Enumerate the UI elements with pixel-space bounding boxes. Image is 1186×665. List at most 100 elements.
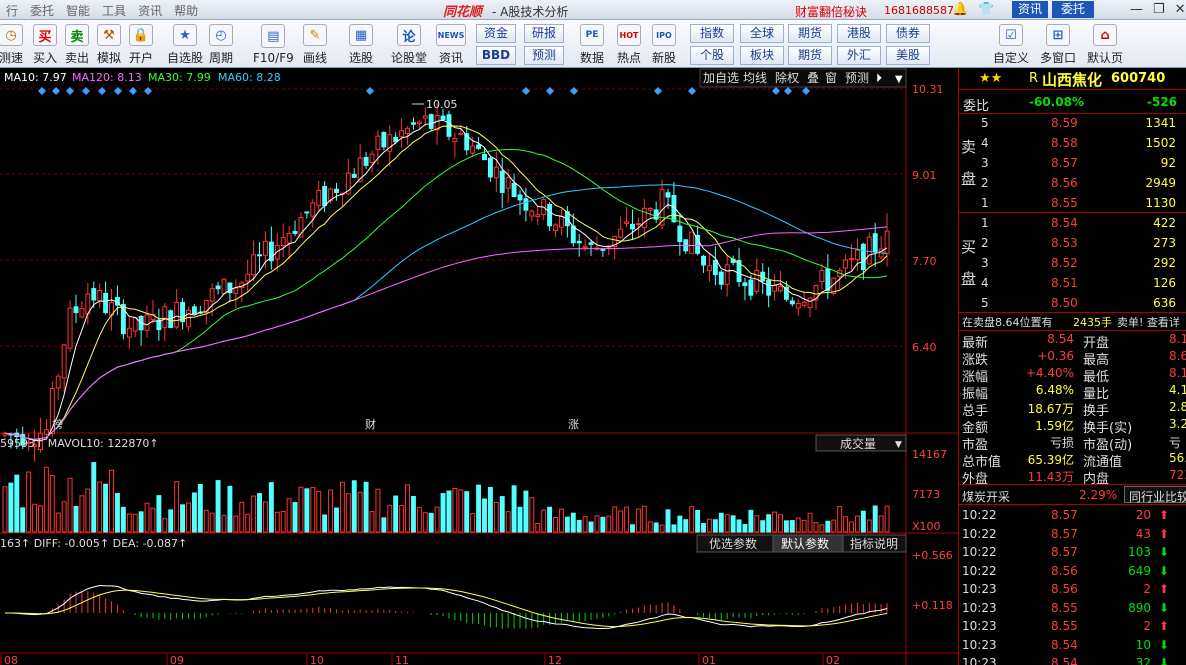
event-diamond[interactable] — [546, 87, 554, 95]
open-account-button[interactable]: 🔒 开户 — [129, 22, 153, 66]
bid-price[interactable]: 8.52 — [1051, 256, 1078, 270]
volume-bar — [286, 498, 292, 533]
event-diamond[interactable] — [98, 87, 106, 95]
menu-item-help[interactable]: 帮助 — [168, 2, 204, 19]
order-notice-link[interactable]: 卖单! 查看详 — [1117, 314, 1180, 330]
menu-item-weituo[interactable]: 委托 — [24, 2, 60, 19]
research-button[interactable]: 研报 — [524, 24, 564, 43]
sell-button[interactable]: 卖卖出 — [65, 22, 89, 66]
multiwindow-button[interactable]: ⊞ 多窗口 — [1040, 22, 1076, 66]
bond-button[interactable]: 债券 — [886, 24, 930, 43]
watchlist-button[interactable]: ★ 自选股 — [167, 22, 203, 66]
futures-button[interactable]: 期货 — [788, 24, 832, 43]
event-diamond[interactable] — [66, 87, 74, 95]
bid-price[interactable]: 8.54 — [1051, 216, 1078, 230]
ma-tool[interactable]: 均线 — [743, 71, 767, 85]
ask-price[interactable]: 8.58 — [1051, 136, 1078, 150]
event-diamond[interactable] — [570, 87, 578, 95]
news-button[interactable]: 资讯 — [1012, 1, 1048, 18]
tick-time: 10:23 — [962, 637, 997, 652]
ask-price[interactable]: 8.57 — [1051, 156, 1078, 170]
hotspot-button[interactable]: HOT 热点 — [617, 22, 641, 66]
event-diamond[interactable] — [52, 87, 60, 95]
stock-screener-button[interactable]: ▦ 选股 — [349, 22, 373, 66]
close-icon[interactable]: ✕ — [1175, 2, 1186, 17]
event-diamond[interactable] — [366, 87, 374, 95]
forum-icon: 论 — [397, 24, 421, 46]
news-tool-button[interactable]: NEWS 资讯 — [436, 22, 466, 66]
volume-bar — [2, 486, 8, 533]
ipo-button[interactable]: IPO 新股 — [652, 22, 676, 66]
window-tool[interactable]: 窗 — [825, 71, 837, 85]
event-diamond[interactable] — [144, 87, 152, 95]
exright-tool[interactable]: 除权 — [775, 70, 799, 85]
global-button[interactable]: 全球 — [740, 24, 784, 43]
data-button[interactable]: PE 数据 — [580, 22, 604, 66]
tick-time: 10:22 — [962, 545, 997, 559]
forex-button[interactable]: 外汇 — [837, 46, 881, 65]
us-stock-button[interactable]: 美股 — [886, 46, 930, 65]
skin-icon[interactable]: 👕 — [978, 2, 994, 17]
f10-button[interactable]: ▤ F10/F9 — [253, 22, 294, 66]
default-page-button[interactable]: ⌂ 默认页 — [1087, 22, 1123, 66]
index-button[interactable]: 指数 — [690, 24, 734, 43]
menu-item-news[interactable]: 资讯 — [132, 2, 168, 19]
event-diamond[interactable] — [38, 87, 46, 95]
bid-price[interactable]: 8.51 — [1051, 276, 1078, 290]
dropdown-icon[interactable]: ▼ — [895, 74, 903, 85]
kline-chart[interactable]: MA10: 7.97 MA120: 8.13 MA30: 7.99 MA60: … — [0, 68, 958, 665]
trade-button[interactable]: 委托 — [1052, 1, 1094, 18]
overlay-tool[interactable]: 叠 — [807, 71, 819, 85]
event-diamond[interactable] — [129, 87, 137, 95]
volume-dropdown-icon[interactable]: ▼ — [895, 440, 902, 450]
event-diamond[interactable] — [654, 87, 662, 95]
expand-icon[interactable]: ⏵ — [876, 71, 882, 85]
tick-price: 8.54 — [1051, 637, 1078, 652]
buy-button[interactable]: 买买入 — [33, 22, 57, 66]
ask-price[interactable]: 8.55 — [1051, 196, 1078, 210]
event-diamond[interactable] — [784, 87, 792, 95]
peer-compare-button[interactable]: 同行业比较 — [1129, 488, 1186, 505]
candle — [819, 269, 825, 282]
bid-price[interactable]: 8.53 — [1051, 236, 1078, 250]
forecast-button[interactable]: 预测 — [524, 46, 564, 65]
promo-link[interactable]: 财富翻倍秘诀 — [795, 3, 867, 20]
ask-price[interactable]: 8.56 — [1051, 176, 1078, 190]
minimize-icon[interactable]: — — [1130, 2, 1143, 17]
stock-button[interactable]: 个股 — [690, 46, 734, 65]
volume-bar — [162, 518, 168, 533]
volume-bar — [499, 496, 505, 533]
event-diamond[interactable] — [772, 87, 780, 95]
event-zhang[interactable]: 涨 — [568, 418, 579, 431]
sector-name[interactable]: 煤炭开采 — [962, 488, 1010, 505]
bbd-button[interactable]: BBD — [476, 46, 516, 65]
bid-price[interactable]: 8.50 — [1051, 296, 1078, 310]
event-diamond[interactable] — [522, 87, 530, 95]
speedtest-button[interactable]: ◷ 测速 — [0, 22, 23, 66]
forecast-tool[interactable]: 预测 — [845, 71, 869, 85]
restore-icon[interactable]: ❐ — [1153, 2, 1165, 17]
add-watch-tool[interactable]: 加自选 — [703, 71, 739, 85]
pe-icon: PE — [580, 24, 604, 46]
event-cai[interactable]: 财 — [365, 417, 376, 431]
event-diamond[interactable] — [82, 87, 90, 95]
hk-button[interactable]: 港股 — [837, 24, 881, 43]
bell-icon[interactable]: 🔔 — [952, 2, 968, 17]
event-diamond[interactable] — [114, 87, 122, 95]
menu-item-zhineng[interactable]: 智能 — [60, 2, 96, 19]
event-diamond[interactable] — [802, 87, 810, 95]
period-button[interactable]: ◴ 周期 — [209, 22, 233, 66]
customize-button[interactable]: ☑ 自定义 — [993, 22, 1029, 66]
futures2-button[interactable]: 期货 — [788, 46, 832, 65]
event-bang[interactable]: 榜 — [52, 417, 63, 431]
fund-button[interactable]: 资金 — [476, 24, 516, 43]
forum-button[interactable]: 论论股堂 — [391, 22, 427, 66]
event-diamond[interactable] — [688, 87, 696, 95]
menu-item-tools[interactable]: 工具 — [96, 2, 132, 19]
ask-price[interactable]: 8.59 — [1051, 116, 1078, 130]
draw-line-button[interactable]: ✎ 画线 — [303, 22, 327, 66]
sector-button[interactable]: 板块 — [740, 46, 784, 65]
simulate-button[interactable]: ⚒ 模拟 — [97, 22, 121, 66]
menu-item[interactable]: 行 — [0, 2, 24, 19]
candle — [452, 137, 458, 143]
